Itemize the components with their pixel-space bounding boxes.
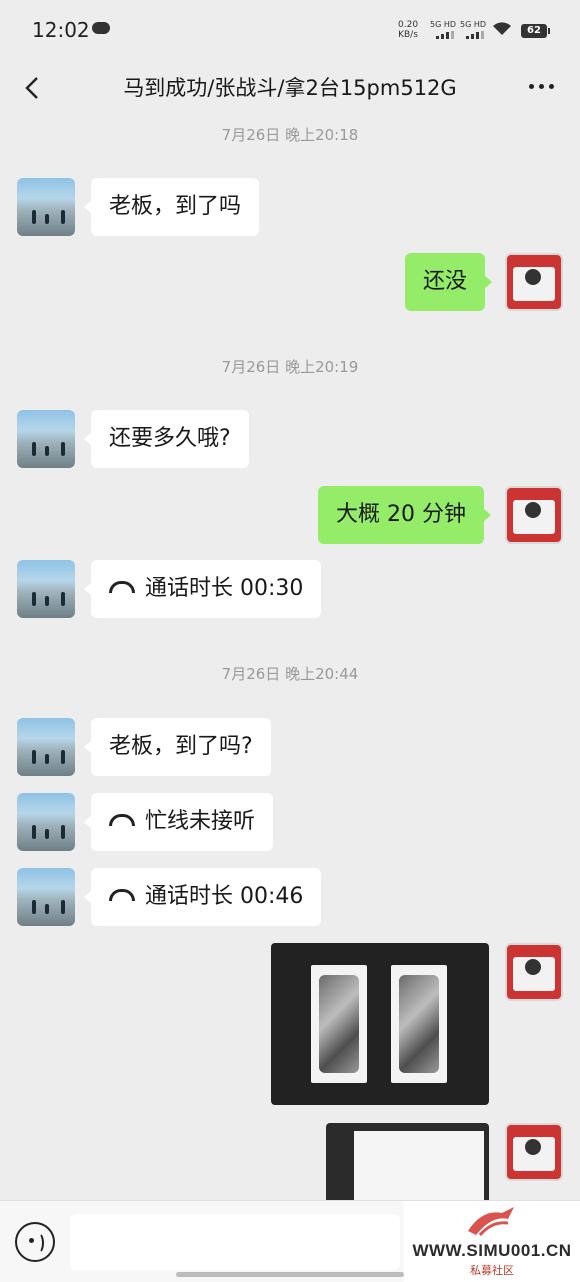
- cloud-icon: [92, 22, 110, 34]
- chat-title: 马到成功/张战斗/拿2台15pm512G: [123, 76, 457, 100]
- image-message-phone-boxes[interactable]: [271, 943, 489, 1105]
- sim2-label: 5G HD: [460, 20, 487, 29]
- watermark-logo-icon: [468, 1207, 514, 1237]
- contact-avatar[interactable]: [17, 178, 75, 236]
- call-record-bubble[interactable]: 通话时长 00:46: [83, 868, 322, 926]
- call-duration: 通话时长 00:46: [145, 884, 304, 909]
- watermark-text: WWW.SIMU001.CN: [412, 1241, 572, 1260]
- sim1-label: 5G HD: [430, 20, 457, 29]
- network-speed-value: 0.20: [398, 20, 419, 30]
- watermark: WWW.SIMU001.CN 私募社区: [404, 1201, 580, 1282]
- contact-avatar[interactable]: [17, 793, 75, 851]
- my-avatar[interactable]: [505, 943, 563, 1001]
- phone-icon: [109, 581, 135, 593]
- contact-avatar[interactable]: [17, 718, 75, 776]
- message-bubble-outgoing[interactable]: 大概 20 分钟: [318, 486, 491, 544]
- message-bubble-incoming[interactable]: 老板，到了吗?: [84, 718, 271, 776]
- more-options-icon[interactable]: [529, 84, 554, 89]
- status-time: 12:02: [32, 18, 90, 42]
- phone-icon: [109, 889, 135, 901]
- message-bubble-incoming[interactable]: 老板，到了吗: [83, 178, 260, 236]
- product-box-image: [311, 965, 367, 1083]
- wifi-icon: [493, 22, 511, 35]
- network-speed: 0.20 KB/s: [398, 20, 418, 40]
- call-status: 忙线未接听: [145, 809, 256, 834]
- phone-icon: [109, 814, 135, 826]
- message-bubble-outgoing[interactable]: 还没: [405, 253, 493, 311]
- image-message-document[interactable]: [326, 1123, 489, 1200]
- call-record-bubble[interactable]: 忙线未接听: [83, 793, 274, 851]
- contact-avatar[interactable]: [17, 560, 75, 618]
- call-record-bubble[interactable]: 通话时长 00:30: [83, 560, 322, 618]
- call-duration: 通话时长 00:30: [145, 576, 304, 601]
- my-avatar[interactable]: [505, 486, 563, 544]
- watermark-subtext: 私募社区: [470, 1264, 514, 1277]
- voice-input-icon[interactable]: [15, 1222, 55, 1262]
- my-avatar[interactable]: [505, 1123, 563, 1181]
- network-speed-unit: KB/s: [398, 30, 418, 40]
- message-input[interactable]: [70, 1214, 400, 1270]
- battery-icon: 62: [521, 24, 550, 38]
- contact-avatar[interactable]: [17, 410, 75, 468]
- timestamp: 7月26日 晚上20:18: [221, 126, 359, 144]
- contact-avatar[interactable]: [17, 868, 75, 926]
- signal-icon-2: [466, 31, 484, 39]
- signal-icon: [436, 31, 454, 39]
- timestamp: 7月26日 晚上20:19: [221, 358, 359, 376]
- message-bubble-incoming[interactable]: 还要多久哦?: [84, 410, 249, 468]
- status-bar: 12:02 0.20 KB/s 5G HD 5G HD 62: [0, 0, 580, 56]
- chat-header: 马到成功/张战斗/拿2台15pm512G: [0, 56, 580, 120]
- home-indicator: [176, 1272, 404, 1277]
- my-avatar[interactable]: [505, 253, 563, 311]
- message-list[interactable]: 7月26日 晚上20:18 老板，到了吗 还没 7月26日 晚上20:19 还要…: [0, 120, 580, 1200]
- product-box-image: [391, 965, 447, 1083]
- back-icon[interactable]: [18, 70, 48, 106]
- timestamp: 7月26日 晚上20:44: [221, 665, 359, 683]
